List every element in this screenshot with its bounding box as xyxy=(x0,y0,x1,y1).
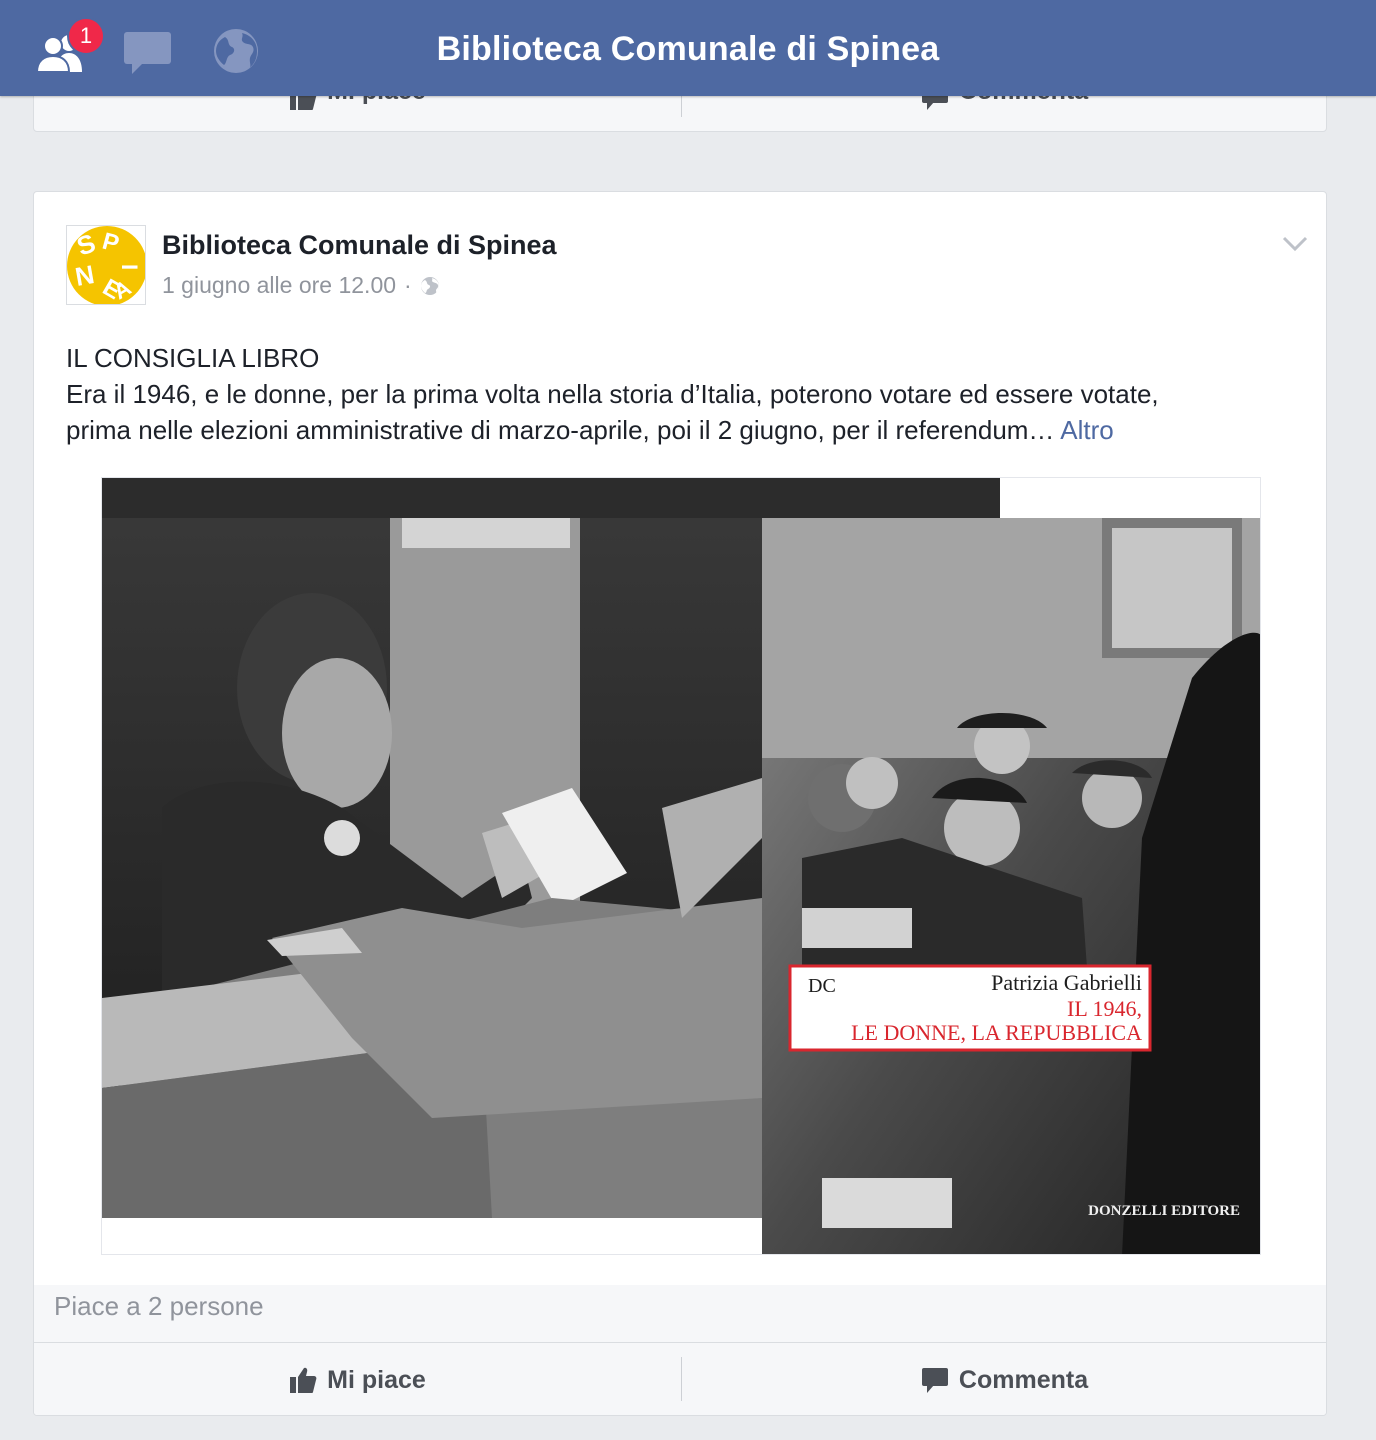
likes-summary-bar: Piace a 2 persone xyxy=(34,1285,1326,1342)
post-text-line-1: IL CONSIGLIA LIBRO xyxy=(66,343,320,373)
post-text-line-3-body: prima nelle elezioni amministrative di m… xyxy=(66,415,1055,445)
see-more-link[interactable]: Altro xyxy=(1060,415,1113,445)
post-text: IL CONSIGLIA LIBRO Era il 1946, e le don… xyxy=(66,340,1296,448)
likes-summary[interactable]: Piace a 2 persone xyxy=(54,1291,264,1322)
like-label: Mi piace xyxy=(327,1365,426,1394)
post-card: S P I N E A Biblioteca Comunale di Spine… xyxy=(33,191,1327,1416)
post-author[interactable]: Biblioteca Comunale di Spinea xyxy=(162,230,557,261)
top-navigation-bar: 1 Biblioteca Comunale di Spinea xyxy=(0,0,1376,96)
post-options-chevron-icon[interactable] xyxy=(1282,236,1308,257)
page-avatar[interactable]: S P I N E A xyxy=(66,225,146,305)
comment-label: Commenta xyxy=(958,1365,1089,1394)
book-author: Patrizia Gabrielli xyxy=(991,970,1142,995)
thumbs-up-icon xyxy=(290,1367,317,1393)
post-actions: Mi piace Commenta xyxy=(34,1342,1326,1415)
svg-text:I: I xyxy=(117,264,142,270)
meta-separator: · xyxy=(404,272,412,298)
comment-icon xyxy=(921,1368,948,1393)
book-title-line-2: LE DONNE, LA REPUBBLICA xyxy=(851,1020,1142,1045)
like-button[interactable]: Mi piace xyxy=(34,1343,681,1415)
post-text-line-3: prima nelle elezioni amministrative di m… xyxy=(66,412,1296,448)
post-text-line-2: Era il 1946, e le donne, per la prima vo… xyxy=(66,379,1159,409)
publisher-mark: DC xyxy=(808,975,836,997)
book-publisher: DONZELLI EDITORE xyxy=(1088,1203,1240,1219)
globe-icon xyxy=(420,276,439,295)
post-meta: 1 giugno alle ore 12.00 · xyxy=(162,272,440,299)
post-timestamp[interactable]: 1 giugno alle ore 12.00 xyxy=(162,272,396,299)
post-photo[interactable]: DC Patrizia Gabrielli IL 1946, LE DONNE,… xyxy=(101,477,1261,1255)
comment-button[interactable]: Commenta xyxy=(681,1343,1326,1415)
page-title: Biblioteca Comunale di Spinea xyxy=(436,30,940,68)
book-title-line-1: IL 1946, xyxy=(1067,996,1142,1021)
book-cover: DC Patrizia Gabrielli IL 1946, LE DONNE,… xyxy=(762,518,1260,1254)
